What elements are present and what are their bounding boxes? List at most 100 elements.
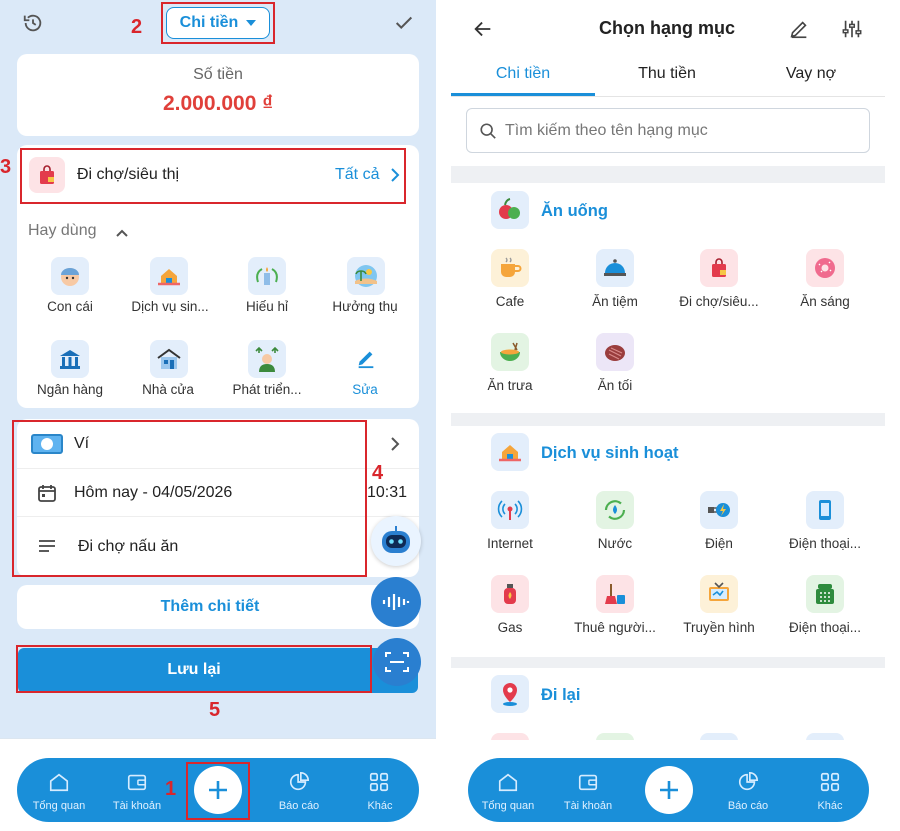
children-icon[interactable] [51, 257, 89, 295]
category-label-electricity[interactable]: Điện [669, 536, 769, 551]
filter-sliders-icon[interactable] [839, 16, 865, 42]
category-label-mobile-phone[interactable]: Điện thoại... [773, 536, 877, 551]
pie-chart-icon[interactable] [736, 770, 760, 794]
tab-debt[interactable]: Vay nợ [739, 56, 883, 96]
electricity-icon[interactable] [700, 491, 738, 529]
landline-phone-icon[interactable] [806, 575, 844, 613]
cafe-icon[interactable] [491, 249, 529, 287]
search-icon [479, 122, 497, 145]
page-title: Chọn hạng mục [599, 18, 735, 38]
choose-category-screen: Chọn hạng mục Chi tiền Thu tiền Vay nợ T… [451, 0, 900, 831]
category-label-landline[interactable]: Điện thoại... [773, 620, 877, 635]
cleaning-service-icon[interactable] [596, 575, 634, 613]
add-details-label: Thêm chi tiết [160, 598, 260, 615]
pie-chart-icon[interactable] [287, 770, 311, 794]
annotation-marker-4: 4 [372, 462, 384, 484]
home-icon[interactable] [47, 770, 71, 794]
house-hand-icon[interactable] [150, 257, 188, 295]
screens-gap [436, 0, 451, 831]
history-icon[interactable] [20, 10, 46, 36]
category-label-restaurant[interactable]: Ăn tiệm [565, 294, 665, 309]
frequent-item-label: Hiếu hỉ [245, 299, 289, 314]
nav-label-reports[interactable]: Báo cáo [712, 800, 784, 812]
tab-expense[interactable]: Chi tiền [451, 56, 595, 96]
annotation-marker-3: 3 [0, 156, 12, 178]
annotation-box-1 [186, 762, 250, 820]
wallet-nav-icon[interactable] [576, 770, 600, 794]
water-icon[interactable] [596, 491, 634, 529]
add-details-button[interactable]: Thêm chi tiết [17, 585, 419, 629]
category-label-cafe[interactable]: Cafe [460, 294, 560, 309]
robot-assistant-button[interactable] [371, 516, 421, 566]
grid-icon[interactable] [818, 770, 842, 794]
food-group-icon [491, 191, 529, 229]
frequent-item-label: Hưởng thụ [332, 299, 398, 314]
back-arrow-icon[interactable] [469, 16, 497, 42]
category-label-breakfast[interactable]: Ăn sáng [775, 294, 875, 309]
amount-label: Số tiền [193, 66, 243, 83]
category-label-water[interactable]: Nước [565, 536, 665, 551]
nav-label-reports[interactable]: Báo cáo [263, 800, 335, 812]
edit-icon[interactable] [786, 16, 812, 42]
grid-icon[interactable] [367, 770, 391, 794]
dinner-icon[interactable] [596, 333, 634, 371]
category-label-internet[interactable]: Internet [460, 536, 560, 551]
annotation-box-4 [12, 420, 367, 577]
category-label-lunch[interactable]: Ăn trưa [460, 378, 560, 393]
voice-input-button[interactable] [371, 577, 421, 627]
category-label-hire-help[interactable]: Thuê người... [565, 620, 665, 635]
group-title-transport: Đi lại [541, 686, 581, 704]
nav-label-overview[interactable]: Tổng quan [21, 800, 97, 812]
bank-icon[interactable] [51, 340, 89, 378]
section-separator [451, 657, 885, 668]
annotation-box-3 [20, 148, 406, 204]
annotation-marker-2: 2 [131, 16, 143, 38]
category-label-gas[interactable]: Gas [460, 620, 560, 635]
category-label-dinner[interactable]: Ăn tối [565, 378, 665, 393]
wallet-nav-icon[interactable] [125, 770, 149, 794]
check-icon[interactable] [390, 10, 418, 36]
home-icon[interactable] [496, 770, 520, 794]
frequent-item-label: Nhà cửa [142, 382, 194, 397]
group-title-household: Dịch vụ sinh hoạt [541, 444, 679, 462]
amount-card[interactable]: Số tiền 2.000.000 ₫ [17, 54, 419, 136]
chevron-up-icon[interactable] [115, 225, 129, 243]
lunch-icon[interactable] [491, 333, 529, 371]
nav-label-accounts[interactable]: Tài khoản [101, 800, 173, 812]
time-value[interactable]: 10:31 [367, 484, 407, 502]
nav-label-accounts[interactable]: Tài khoản [552, 800, 624, 812]
category-label-television[interactable]: Truyền hình [669, 620, 769, 635]
beach-icon[interactable] [347, 257, 385, 295]
bottom-nav: Tổng quan Tài khoản Báo cáo Khác [468, 758, 869, 822]
frequent-title: Hay dùng [28, 222, 97, 239]
tab-income[interactable]: Thu tiền [595, 56, 739, 96]
house-icon[interactable] [150, 340, 188, 378]
frequent-edit-label[interactable]: Sửa [315, 382, 415, 397]
amount-value: 2.000.000 ₫ [162, 92, 274, 115]
category-label-market[interactable]: Đi chợ/siêu... [665, 294, 773, 309]
tab-expense-label: Chi tiền [495, 65, 551, 82]
nav-label-more[interactable]: Khác [794, 800, 866, 812]
search-input[interactable]: Tìm kiếm theo tên hạng mục [466, 108, 870, 153]
tabs-divider [451, 96, 885, 97]
mobile-phone-icon[interactable] [806, 491, 844, 529]
market-icon[interactable] [700, 249, 738, 287]
scan-button[interactable] [373, 638, 421, 686]
nav-label-more[interactable]: Khác [345, 800, 415, 812]
frequent-item-label: Con cái [47, 299, 93, 314]
restaurant-icon[interactable] [596, 249, 634, 287]
gas-icon[interactable] [491, 575, 529, 613]
personal-growth-icon[interactable] [248, 340, 286, 378]
donut-icon[interactable] [806, 249, 844, 287]
tab-income-label: Thu tiền [638, 65, 696, 82]
nav-label-overview[interactable]: Tổng quan [470, 800, 546, 812]
frequent-item-label: Phát triển... [232, 382, 302, 397]
add-transaction-button[interactable] [645, 766, 693, 814]
household-group-icon [491, 433, 529, 471]
candle-icon[interactable] [248, 257, 286, 295]
frequent-item-label: Dịch vụ sin... [131, 299, 209, 314]
internet-icon[interactable] [491, 491, 529, 529]
annotation-marker-1: 1 [165, 778, 177, 800]
television-icon[interactable] [700, 575, 738, 613]
edit-pencil-icon[interactable] [353, 345, 379, 371]
